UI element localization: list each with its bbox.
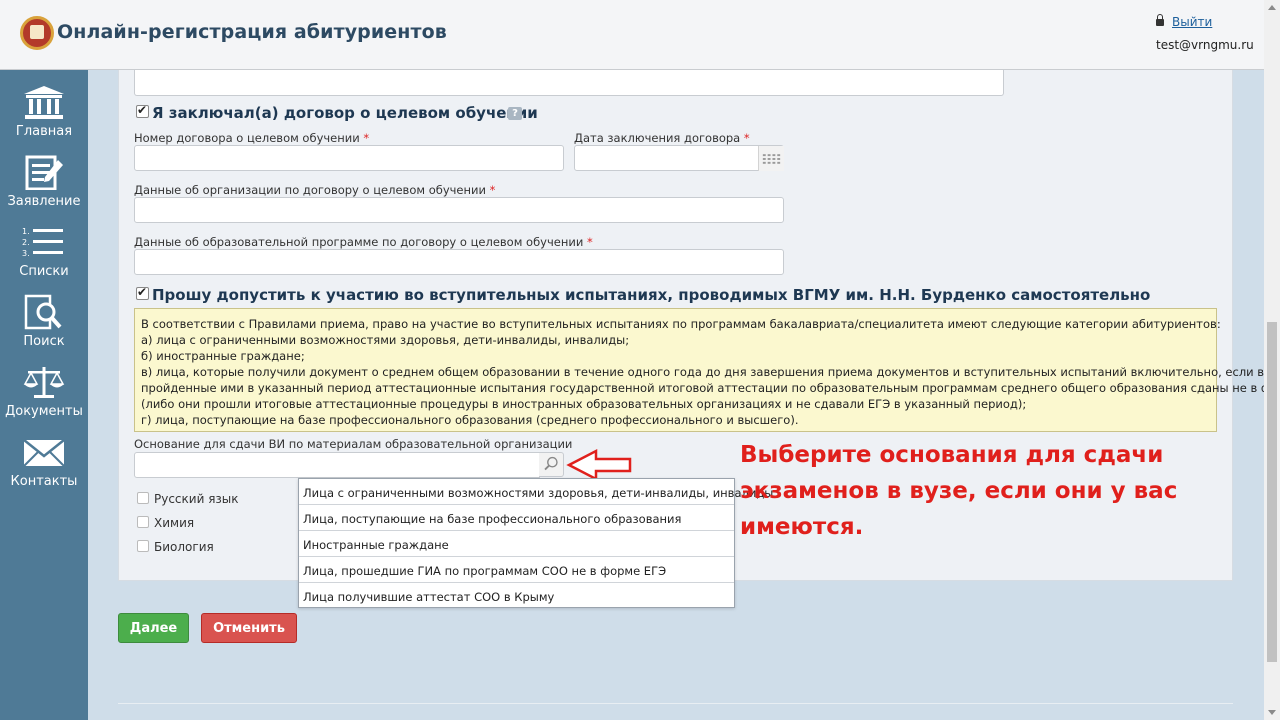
dropdown-option[interactable]: Лица, поступающие на базе профессиональн… [299, 505, 734, 531]
sidebar-item-search[interactable]: Поиск [0, 286, 88, 352]
program-input[interactable] [134, 249, 784, 275]
footer-divider [118, 703, 1233, 704]
basis-label: Основание для сдачи ВИ по материалам обр… [134, 437, 573, 451]
svg-text:1.: 1. [22, 227, 30, 236]
program-label: Данные об образовательной программе по д… [134, 235, 593, 249]
dropdown-option[interactable]: Лица с ограниченными возможностями здоро… [299, 479, 773, 505]
dropdown-option[interactable]: Лица получившие аттестат СОО в Крыму [299, 583, 734, 609]
search-icon[interactable] [539, 452, 564, 477]
scroll-down-icon[interactable] [1268, 710, 1276, 715]
subject-label: Биология [154, 540, 214, 554]
basis-dropdown-list: Лица с ограниченными возможностями здоро… [298, 478, 773, 609]
target-contract-checkbox[interactable] [136, 103, 149, 118]
sidebar-item-label: Документы [5, 404, 83, 419]
subject-label: Химия [154, 516, 195, 530]
admission-rules-notice: В соответствии с Правилами приема, право… [134, 308, 1280, 432]
page-scrollbar[interactable] [1264, 0, 1280, 720]
top-header: Онлайн-регистрация абитуриентов Выйти te… [0, 0, 1264, 70]
scales-icon [23, 367, 65, 398]
subject-checkbox[interactable] [137, 492, 149, 504]
notice-line: г) лица, поступающие на базе профессиона… [141, 413, 799, 427]
university-logo [20, 16, 54, 50]
contract-date-label: Дата заключения договора * [574, 131, 750, 145]
cancel-button[interactable]: Отменить [201, 613, 297, 643]
sidebar-item-label: Заявление [7, 194, 81, 209]
contract-date-input[interactable] [574, 145, 784, 171]
logout-link[interactable]: Выйти [1172, 15, 1212, 29]
sidebar-item-label: Главная [15, 124, 73, 139]
sidebar-item-contacts[interactable]: Контакты [0, 426, 88, 492]
arrow-pointer-icon [566, 448, 632, 482]
notice-line: а) лица с ограниченными возможностями зд… [141, 333, 630, 347]
instruction-annotation: Выберите основания для сдачи экзаменов в… [740, 442, 1178, 540]
own-exams-checkbox[interactable] [136, 285, 149, 300]
organization-label: Данные об организации по договору о целе… [134, 183, 496, 197]
building-icon [24, 86, 64, 119]
svg-text:3.: 3. [22, 249, 30, 258]
dropdown-option[interactable]: Лица, прошедшие ГИА по программам СОО не… [299, 557, 734, 583]
app-title: Онлайн-регистрация абитуриентов [57, 21, 447, 43]
subject-checkbox[interactable] [137, 516, 149, 528]
organization-input[interactable] [134, 197, 784, 223]
notice-line: пройденные ими в указанный период аттест… [141, 381, 1280, 395]
sidebar-nav: Главная Заявление 1. 2. 3. Списки Поиск [0, 70, 88, 720]
own-exams-checkbox-label: Прошу допустить к участию во вступительн… [152, 286, 1151, 304]
help-icon[interactable]: ? [508, 107, 522, 120]
calendar-icon[interactable] [758, 146, 784, 171]
sidebar-item-home[interactable]: Главная [0, 76, 88, 142]
edit-form-icon [25, 155, 63, 190]
contract-number-label: Номер договора о целевом обучении * [134, 131, 370, 145]
notice-line: б) иностранные граждане; [141, 349, 305, 363]
previous-field-input[interactable] [134, 70, 1004, 96]
sidebar-item-label: Списки [19, 264, 69, 279]
sidebar-item-documents[interactable]: Документы [0, 356, 88, 422]
basis-input[interactable] [134, 452, 540, 478]
envelope-icon [23, 439, 65, 467]
target-contract-checkbox-label: Я заключал(а) договор о целевом обучении [152, 104, 538, 122]
sidebar-item-application[interactable]: Заявление [0, 146, 88, 212]
svg-text:2.: 2. [22, 238, 30, 247]
lock-icon [1156, 14, 1164, 26]
subject-label: Русский язык [154, 492, 239, 506]
user-email: test@vrngmu.ru [1156, 38, 1254, 52]
logout-area: Выйти [1156, 14, 1212, 29]
scroll-thumb[interactable] [1267, 322, 1277, 662]
scroll-up-icon[interactable] [1268, 5, 1276, 10]
next-button[interactable]: Далее [118, 613, 189, 643]
contract-number-input[interactable] [134, 145, 564, 171]
subject-checkbox[interactable] [137, 540, 149, 552]
sidebar-item-lists[interactable]: 1. 2. 3. Списки [0, 216, 88, 282]
dropdown-option[interactable]: Иностранные граждане [299, 531, 734, 557]
notice-line: в) лица, которые получили документ о сре… [141, 365, 1278, 379]
sidebar-item-label: Контакты [10, 474, 78, 489]
document-search-icon [24, 294, 62, 330]
numbered-list-icon: 1. 2. 3. [22, 227, 63, 258]
notice-line: (либо они прошли итоговые аттестационные… [141, 397, 1027, 411]
notice-line: В соответствии с Правилами приема, право… [141, 317, 1221, 331]
sidebar-item-label: Поиск [23, 334, 65, 349]
